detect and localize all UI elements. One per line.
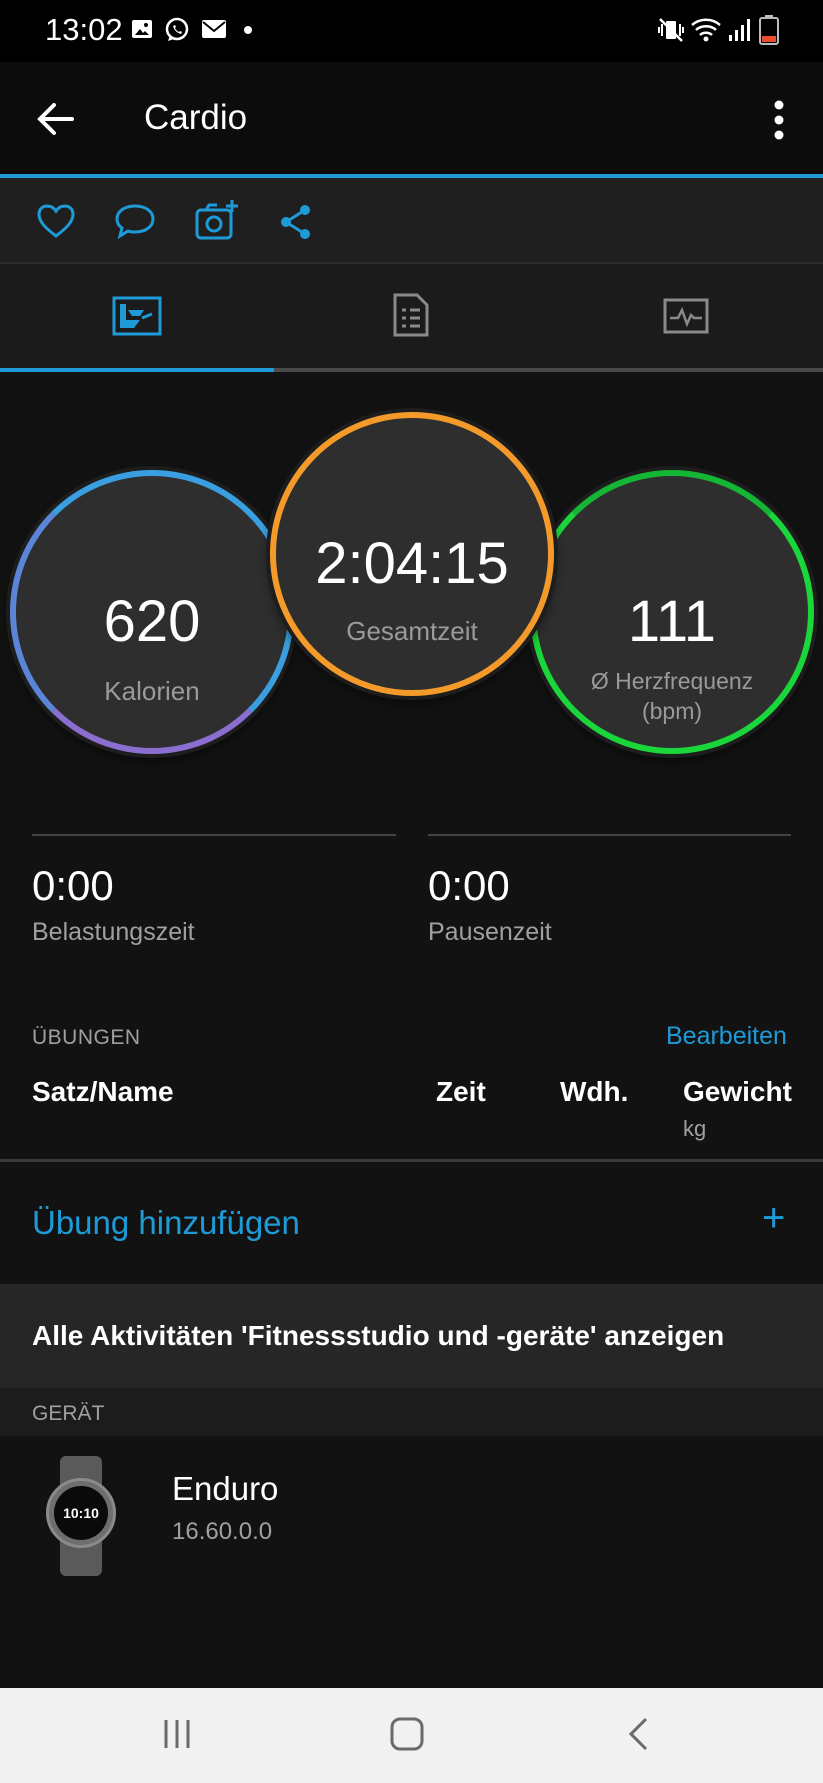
work-time-value: 0:00 xyxy=(32,862,114,909)
calories-circle: 620 Kalorien xyxy=(10,470,294,754)
home-icon[interactable] xyxy=(389,1716,425,1752)
exercises-section-label: ÜBUNGEN xyxy=(32,1026,141,1049)
total-time-circle: 2:04:15 Gesamtzeit xyxy=(270,412,554,696)
calories-value: 620 xyxy=(103,589,201,654)
weight-unit-label: kg xyxy=(683,1116,707,1141)
rest-time-label: Pausenzeit xyxy=(428,918,552,946)
back-navigation-icon[interactable] xyxy=(626,1716,650,1752)
add-photo-icon[interactable] xyxy=(194,198,240,242)
all-activities-button[interactable]: Alle Aktivitäten 'Fitnessstudio und -ger… xyxy=(0,1284,823,1388)
add-icon: + xyxy=(762,1196,786,1240)
heart-rate-circle: 111 Ø Herzfrequenz (bpm) xyxy=(530,470,814,754)
column-header-set-name: Satz/Name xyxy=(32,1076,174,1107)
whatsapp-notification-icon xyxy=(165,17,189,41)
wifi-icon xyxy=(691,18,721,42)
summary-chart-icon xyxy=(112,296,162,336)
tab-details[interactable] xyxy=(274,264,548,368)
stat-divider xyxy=(428,834,791,836)
edit-link[interactable]: Bearbeiten xyxy=(666,1022,787,1051)
device-version: 16.60.0.0 xyxy=(172,1518,273,1545)
total-time-label: Gesamtzeit xyxy=(346,616,478,646)
status-time: 13:02 xyxy=(45,12,123,47)
mail-notification-icon xyxy=(202,20,226,38)
overflow-menu-icon[interactable] xyxy=(768,100,790,140)
device-section-header: GERÄT xyxy=(0,1388,823,1436)
column-header-time: Zeit xyxy=(436,1076,486,1107)
total-time-value: 2:04:15 xyxy=(315,531,509,596)
stat-divider xyxy=(32,834,396,836)
device-name: Enduro xyxy=(172,1470,279,1507)
heart-rate-label: Ø Herzfrequenz xyxy=(590,668,754,694)
device-row[interactable]: 10:10 Enduro 16.60.0.0 xyxy=(0,1436,823,1586)
tab-summary[interactable] xyxy=(0,264,274,368)
comment-icon[interactable] xyxy=(114,202,156,240)
heart-rate-value: 111 xyxy=(627,589,717,654)
share-icon[interactable] xyxy=(278,203,314,241)
add-exercise-label: Übung hinzufügen xyxy=(32,1204,300,1241)
more-notifications-dot xyxy=(244,26,252,34)
device-section-label: GERÄT xyxy=(32,1402,105,1425)
watch-face-time: 10:10 xyxy=(63,1505,99,1521)
page-title: Cardio xyxy=(144,98,248,137)
column-header-weight: Gewicht xyxy=(683,1076,792,1107)
watch-image: 10:10 xyxy=(46,1456,116,1576)
gallery-notification-icon xyxy=(132,20,152,38)
add-exercise-row[interactable]: Übung hinzufügen + xyxy=(0,1162,823,1284)
details-list-icon xyxy=(393,293,429,337)
all-activities-label: Alle Aktivitäten 'Fitnessstudio und -ger… xyxy=(32,1320,725,1351)
tab-graphs[interactable] xyxy=(548,264,823,368)
tab-active-indicator xyxy=(0,368,274,372)
graph-chart-icon xyxy=(663,298,709,334)
column-header-reps: Wdh. xyxy=(560,1076,629,1107)
recent-apps-icon[interactable] xyxy=(162,1718,192,1750)
calories-label: Kalorien xyxy=(104,676,200,706)
signal-strength-icon xyxy=(729,19,750,41)
work-time-label: Belastungszeit xyxy=(32,918,195,946)
like-heart-icon[interactable] xyxy=(36,203,76,239)
rest-time-value: 0:00 xyxy=(428,862,510,909)
back-arrow-icon[interactable] xyxy=(36,101,76,137)
app-bar xyxy=(0,62,823,174)
vibrate-mute-icon xyxy=(658,18,684,42)
heart-rate-unit: (bpm) xyxy=(641,698,703,724)
battery-icon xyxy=(759,15,779,45)
